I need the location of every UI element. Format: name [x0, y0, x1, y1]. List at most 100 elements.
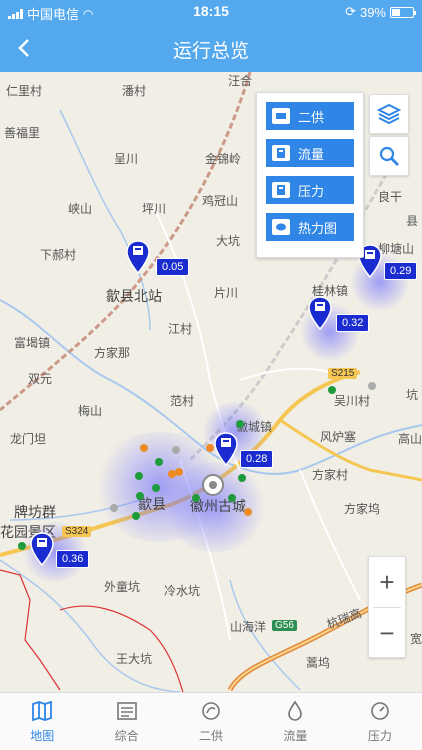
layer-label: 流量 — [298, 146, 325, 162]
pin-value: 0.29 — [384, 262, 418, 280]
station-dot[interactable] — [135, 472, 143, 480]
layer-button-pressure[interactable]: 压力 — [266, 176, 354, 204]
place-label: 歙县北站 — [106, 288, 162, 304]
place-label: 柳塘山 — [378, 242, 415, 256]
place-label: 吴川村 — [334, 394, 371, 408]
station-dot[interactable] — [368, 382, 376, 390]
layers-toggle-button[interactable] — [369, 94, 409, 134]
road-label-s324: S324 — [62, 526, 92, 537]
road-label-g56: G56 — [272, 620, 297, 631]
station-dot[interactable] — [244, 508, 252, 516]
map-pin-icon — [214, 432, 238, 467]
station-dot[interactable] — [206, 444, 214, 452]
place-label: 坑 — [406, 388, 419, 402]
station-dot[interactable] — [328, 386, 336, 394]
pin-value: 0.32 — [336, 314, 370, 332]
search-icon — [379, 146, 399, 166]
zoom-out-button[interactable]: − — [369, 608, 405, 658]
pressure-pin[interactable] — [126, 240, 150, 275]
tab-label: 二供 — [199, 729, 224, 743]
station-dot[interactable] — [172, 446, 180, 454]
place-label: 峡山 — [68, 202, 93, 216]
tab-bar: 地图 综合 二供 流量 压力 — [0, 692, 422, 750]
battery-icon — [390, 6, 416, 18]
tab-label: 地图 — [30, 729, 55, 743]
place-label: 坪川 — [142, 202, 167, 216]
place-label: 大坑 — [216, 234, 241, 248]
station-dot[interactable] — [228, 494, 236, 502]
pin-value: 0.36 — [56, 550, 90, 568]
city-marker[interactable] — [202, 474, 224, 496]
tab-label: 压力 — [367, 729, 392, 743]
place-label: 冷水坑 — [164, 584, 201, 598]
pump-icon — [202, 702, 220, 720]
station-dot[interactable] — [132, 512, 140, 520]
pressure-pin[interactable] — [308, 296, 332, 331]
water-drop-icon — [288, 700, 303, 721]
tab-flow[interactable]: 流量 — [253, 693, 337, 750]
pin-value: 0.28 — [240, 450, 274, 468]
tab-map[interactable]: 地图 — [0, 693, 84, 750]
place-label: 金锦岭 — [205, 152, 242, 166]
pressure-pin[interactable] — [30, 532, 54, 567]
station-dot[interactable] — [155, 458, 163, 466]
tab-pressure[interactable]: 压力 — [338, 693, 422, 750]
layer-label: 热力图 — [298, 220, 338, 236]
place-label: 范村 — [170, 394, 195, 408]
list-icon — [116, 702, 137, 720]
rotation-lock-icon: ⟳ — [345, 4, 356, 19]
layer-panel: 二供 流量 压力 热力图 — [256, 92, 364, 258]
place-label: 良干 — [378, 190, 403, 204]
tab-secondary-supply[interactable]: 二供 — [169, 693, 253, 750]
station-dot[interactable] — [110, 504, 118, 512]
station-dot[interactable] — [175, 468, 183, 476]
station-dot[interactable] — [236, 420, 244, 428]
tab-label: 综合 — [114, 729, 139, 743]
battery-percent: 39% — [359, 4, 386, 20]
place-label: 片川 — [214, 286, 239, 300]
station-dot[interactable] — [192, 494, 200, 502]
tab-overview[interactable]: 综合 — [84, 693, 168, 750]
place-label: 方家那 — [94, 346, 131, 360]
pin-value: 0.05 — [156, 258, 190, 276]
place-label: 潘村 — [122, 84, 147, 98]
map-icon — [32, 700, 53, 722]
place-label: 外童坑 — [104, 580, 141, 594]
layer-button-flow[interactable]: 流量 — [266, 139, 354, 167]
layer-label: 二供 — [298, 109, 325, 125]
station-dot[interactable] — [140, 444, 148, 452]
place-label: 仁里村 — [6, 84, 43, 98]
zoom-in-button[interactable]: + — [369, 557, 405, 607]
pump-icon — [272, 108, 290, 124]
place-label: 下郝村 — [40, 248, 77, 262]
map-pin-icon — [126, 240, 150, 275]
place-label: 鸡冠山 — [202, 194, 239, 208]
station-dot[interactable] — [152, 484, 160, 492]
tab-label: 流量 — [283, 729, 308, 743]
layers-icon — [377, 103, 401, 125]
place-label: 王大坑 — [116, 652, 153, 666]
pressure-pin[interactable] — [214, 432, 238, 467]
layer-label: 压力 — [298, 183, 325, 199]
layer-button-secondary-supply[interactable]: 二供 — [266, 102, 354, 130]
place-label: 高山 — [398, 432, 422, 446]
place-label: 县 — [406, 214, 419, 228]
page-title: 运行总览 — [172, 41, 249, 62]
gauge-icon — [272, 182, 290, 198]
place-label: 方家坞 — [344, 502, 381, 516]
place-label: 梅山 — [78, 404, 103, 418]
place-label: 牌坊群 — [14, 504, 56, 520]
station-dot[interactable] — [136, 492, 144, 500]
gauge-icon — [371, 702, 389, 720]
road-label-s215: S215 — [328, 368, 358, 379]
map-pin-icon — [30, 532, 54, 567]
heatmap-icon — [272, 219, 290, 235]
search-button[interactable] — [369, 136, 409, 176]
station-dot[interactable] — [18, 542, 26, 550]
city-marker-core — [209, 481, 217, 489]
map-pin-icon — [308, 296, 332, 331]
layer-button-heatmap[interactable]: 热力图 — [266, 213, 354, 241]
place-label: 呈川 — [114, 152, 139, 166]
place-label: 山海洋 — [230, 620, 267, 634]
station-dot[interactable] — [238, 474, 246, 482]
